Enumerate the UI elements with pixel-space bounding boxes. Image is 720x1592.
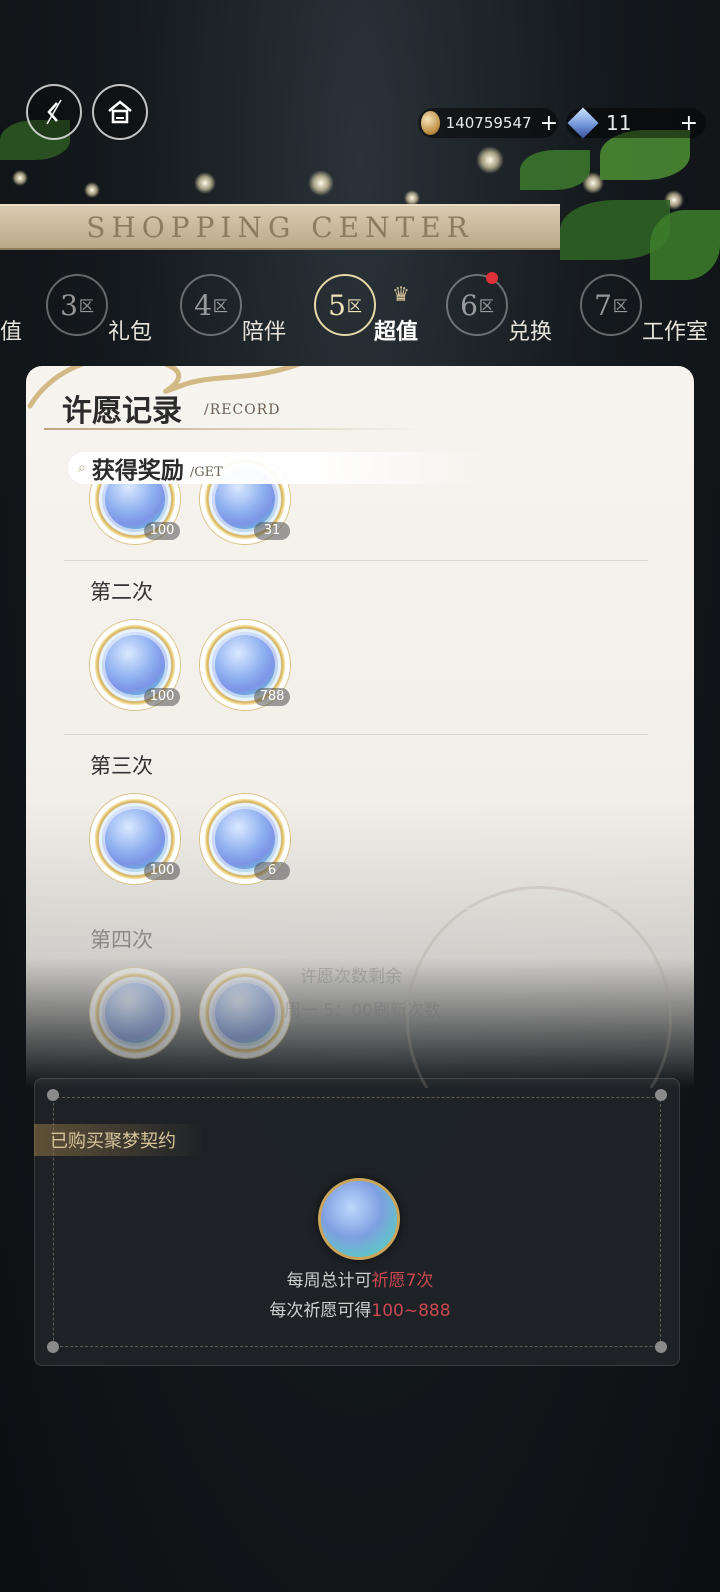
round-label: 第三次 bbox=[90, 754, 153, 778]
remaining-wishes-text: 许愿次数剩余 bbox=[300, 967, 402, 987]
tab-zone-5[interactable]: 5区 ♛ 超值 bbox=[314, 270, 434, 350]
pin-icon: ⌕ bbox=[78, 460, 86, 476]
zone-number-badge: 6区 bbox=[446, 274, 508, 336]
round-label: 第四次 bbox=[90, 928, 153, 952]
zone-label: 工作室 bbox=[642, 320, 709, 345]
get-rewards-header: ⌕ 获得奖励 /GET bbox=[68, 452, 488, 484]
wish-record-panel[interactable]: 许愿记录 /RECORD ⌕ 获得奖励 /GET 100 31 第二次 100 … bbox=[26, 366, 694, 1088]
gold-amount: 140759547 bbox=[445, 114, 532, 132]
string-light bbox=[194, 172, 216, 194]
reward-item[interactable]: 6 bbox=[200, 794, 290, 884]
reward-item[interactable]: 100 bbox=[90, 620, 180, 710]
crown-icon: ♛ bbox=[392, 282, 410, 306]
zone-number-badge: 7区 bbox=[580, 274, 642, 336]
zone-tabs: 值 3区 礼包 4区 陪伴 5区 ♛ 超值 6区 兑换 7区 工作室 bbox=[0, 270, 720, 350]
zone-number-badge: 4区 bbox=[180, 274, 242, 336]
diamond-add-button[interactable]: + bbox=[680, 111, 698, 136]
diamond-icon bbox=[567, 107, 599, 139]
corner-dot bbox=[655, 1089, 667, 1101]
reward-quantity: 31 bbox=[254, 522, 290, 540]
dream-gem-icon bbox=[212, 980, 278, 1046]
panel-subtitle: /RECORD bbox=[204, 402, 281, 418]
corner-dot bbox=[655, 1341, 667, 1353]
zone-label: 值 bbox=[0, 320, 23, 345]
tab-zone-2[interactable]: 值 bbox=[0, 270, 40, 350]
round-entry: 第三次 100 6 bbox=[90, 750, 642, 910]
round-divider bbox=[64, 734, 648, 735]
reward-item[interactable]: 100 bbox=[90, 794, 180, 884]
gold-add-button[interactable]: + bbox=[540, 111, 558, 136]
zone-label: 超值 bbox=[374, 320, 419, 345]
corner-dot bbox=[47, 1089, 59, 1101]
dream-gem-icon bbox=[102, 980, 168, 1046]
zone-number-badge: 5区 bbox=[314, 274, 376, 336]
zone-label: 陪伴 bbox=[242, 320, 287, 345]
banner-text: SHOPPING CENTER bbox=[86, 210, 474, 244]
corner-dot bbox=[47, 1341, 59, 1353]
reward-item[interactable]: 788 bbox=[200, 620, 290, 710]
get-rewards-subtitle: /GET bbox=[189, 464, 223, 480]
string-light bbox=[84, 182, 100, 198]
title-underline bbox=[44, 428, 424, 430]
string-light bbox=[476, 146, 504, 174]
tab-zone-7[interactable]: 7区 工作室 bbox=[580, 270, 720, 350]
reward-item[interactable] bbox=[200, 968, 290, 1058]
tab-zone-4[interactable]: 4区 陪伴 bbox=[180, 270, 300, 350]
reward-quantity: 6 bbox=[254, 862, 290, 880]
top-bar: 140759547 + 11 + SHOPPING CENTER bbox=[0, 0, 720, 280]
back-button[interactable] bbox=[26, 84, 82, 140]
notification-dot bbox=[486, 272, 498, 284]
reward-quantity: 788 bbox=[254, 688, 290, 706]
back-arrow-icon bbox=[46, 99, 62, 125]
gold-coin-icon bbox=[421, 111, 440, 135]
reward-item[interactable] bbox=[90, 968, 180, 1058]
contract-reward-icon bbox=[318, 1178, 400, 1260]
round-divider bbox=[64, 908, 648, 909]
diamond-amount: 11 bbox=[606, 111, 632, 135]
tab-zone-6[interactable]: 6区 兑换 bbox=[446, 270, 566, 350]
contract-per-wish-text: 每次祈愿可得100~888 bbox=[269, 1301, 451, 1321]
reward-quantity: 100 bbox=[144, 688, 180, 706]
reward-quantity: 100 bbox=[144, 862, 180, 880]
round-label: 第二次 bbox=[90, 580, 153, 604]
string-light bbox=[12, 170, 28, 186]
zone-label: 礼包 bbox=[108, 320, 153, 345]
home-icon bbox=[108, 100, 132, 124]
reward-quantity: 100 bbox=[144, 522, 180, 540]
shopping-center-banner: SHOPPING CENTER bbox=[0, 204, 560, 250]
panel-title: 许愿记录 bbox=[62, 394, 182, 429]
leaf-decoration bbox=[520, 150, 590, 190]
get-rewards-title: 获得奖励 bbox=[91, 458, 184, 484]
zone-number-badge: 3区 bbox=[46, 274, 108, 336]
round-divider bbox=[64, 560, 648, 561]
contract-weekly-text: 每周总计可祈愿7次 bbox=[286, 1271, 434, 1291]
string-light bbox=[308, 170, 334, 196]
home-button[interactable] bbox=[92, 84, 148, 140]
gold-currency: 140759547 + bbox=[418, 108, 558, 138]
refresh-time-text: 周一 5：00刷新次数 bbox=[284, 1001, 441, 1021]
tab-zone-3[interactable]: 3区 礼包 bbox=[46, 270, 166, 350]
zone-label: 兑换 bbox=[508, 320, 553, 345]
diamond-currency: 11 + bbox=[566, 107, 706, 139]
contract-purchased-tag: 已购买聚梦契约 bbox=[34, 1124, 204, 1156]
round-entry: 第二次 100 788 bbox=[90, 576, 642, 736]
